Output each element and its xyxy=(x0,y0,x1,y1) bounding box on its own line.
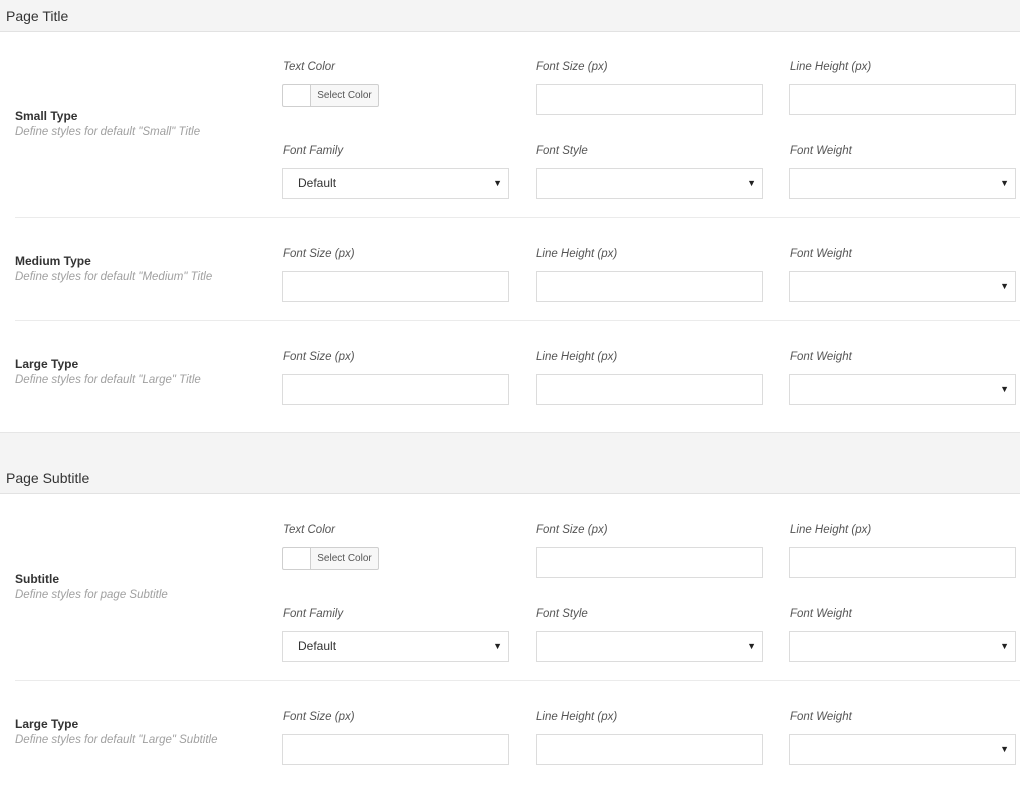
font-weight-select[interactable]: ▼ xyxy=(789,168,1016,199)
line-height-input[interactable] xyxy=(789,84,1016,115)
line-height-input[interactable] xyxy=(536,271,763,302)
font-style-label: Font Style xyxy=(536,608,588,620)
section-header-page-subtitle: Page Subtitle xyxy=(0,462,1020,494)
caret-down-icon: ▼ xyxy=(1000,384,1009,394)
line-height-label: Line Height (px) xyxy=(536,351,618,363)
caret-down-icon: ▼ xyxy=(747,641,756,651)
row-divider xyxy=(15,680,1020,681)
font-family-label: Font Family xyxy=(283,145,344,157)
font-size-input[interactable] xyxy=(282,374,509,405)
font-size-input[interactable] xyxy=(536,84,763,115)
line-height-input[interactable] xyxy=(789,547,1016,578)
select-color-button[interactable]: Select Color xyxy=(311,548,378,569)
font-weight-select[interactable]: ▼ xyxy=(789,734,1016,765)
select-color-button[interactable]: Select Color xyxy=(311,85,378,106)
row-title-large-type-subtitle: Large Type xyxy=(15,717,79,731)
caret-down-icon: ▼ xyxy=(1000,744,1009,754)
row-divider xyxy=(15,217,1020,218)
caret-down-icon: ▼ xyxy=(493,178,502,188)
text-color-picker[interactable]: Select Color xyxy=(282,547,379,570)
font-family-select[interactable]: Default ▼ xyxy=(282,168,509,199)
line-height-label: Line Height (px) xyxy=(790,524,872,536)
font-family-value: Default xyxy=(298,176,337,190)
font-weight-label: Font Weight xyxy=(790,351,852,363)
font-family-label: Font Family xyxy=(283,608,344,620)
row-desc-large-type-subtitle: Define styles for default "Large" Subtit… xyxy=(15,734,218,746)
font-style-label: Font Style xyxy=(536,145,588,157)
caret-down-icon: ▼ xyxy=(1000,178,1009,188)
caret-down-icon: ▼ xyxy=(1000,641,1009,651)
font-family-select[interactable]: Default ▼ xyxy=(282,631,509,662)
line-height-input[interactable] xyxy=(536,734,763,765)
line-height-label: Line Height (px) xyxy=(536,248,618,260)
color-swatch[interactable] xyxy=(283,548,311,569)
row-title-small-type: Small Type xyxy=(15,109,78,123)
font-weight-select[interactable]: ▼ xyxy=(789,271,1016,302)
line-height-label: Line Height (px) xyxy=(790,61,872,73)
font-size-input[interactable] xyxy=(536,547,763,578)
font-weight-select[interactable]: ▼ xyxy=(789,631,1016,662)
font-size-label: Font Size (px) xyxy=(283,248,355,260)
font-weight-label: Font Weight xyxy=(790,711,852,723)
font-weight-label: Font Weight xyxy=(790,608,852,620)
font-size-input[interactable] xyxy=(282,734,509,765)
row-title-medium-type: Medium Type xyxy=(15,254,91,268)
caret-down-icon: ▼ xyxy=(1000,281,1009,291)
font-size-label: Font Size (px) xyxy=(283,711,355,723)
text-color-picker[interactable]: Select Color xyxy=(282,84,379,107)
font-weight-label: Font Weight xyxy=(790,248,852,260)
row-desc-small-type: Define styles for default "Small" Title xyxy=(15,126,201,138)
row-desc-subtitle: Define styles for page Subtitle xyxy=(15,589,168,601)
caret-down-icon: ▼ xyxy=(747,178,756,188)
row-desc-large-type: Define styles for default "Large" Title xyxy=(15,374,201,386)
text-color-label: Text Color xyxy=(283,61,335,73)
row-title-subtitle: Subtitle xyxy=(15,572,59,586)
color-swatch[interactable] xyxy=(283,85,311,106)
section-gap xyxy=(0,432,1020,462)
font-size-input[interactable] xyxy=(282,271,509,302)
font-size-label: Font Size (px) xyxy=(536,61,608,73)
font-weight-label: Font Weight xyxy=(790,145,852,157)
line-height-label: Line Height (px) xyxy=(536,711,618,723)
font-size-label: Font Size (px) xyxy=(283,351,355,363)
section-header-page-title: Page Title xyxy=(0,0,1020,32)
font-weight-select[interactable]: ▼ xyxy=(789,374,1016,405)
caret-down-icon: ▼ xyxy=(493,641,502,651)
font-size-label: Font Size (px) xyxy=(536,524,608,536)
font-style-select[interactable]: ▼ xyxy=(536,631,763,662)
row-divider xyxy=(15,320,1020,321)
row-desc-medium-type: Define styles for default "Medium" Title xyxy=(15,271,213,283)
line-height-input[interactable] xyxy=(536,374,763,405)
font-style-select[interactable]: ▼ xyxy=(536,168,763,199)
font-family-value: Default xyxy=(298,639,337,653)
text-color-label: Text Color xyxy=(283,524,335,536)
row-title-large-type: Large Type xyxy=(15,357,79,371)
